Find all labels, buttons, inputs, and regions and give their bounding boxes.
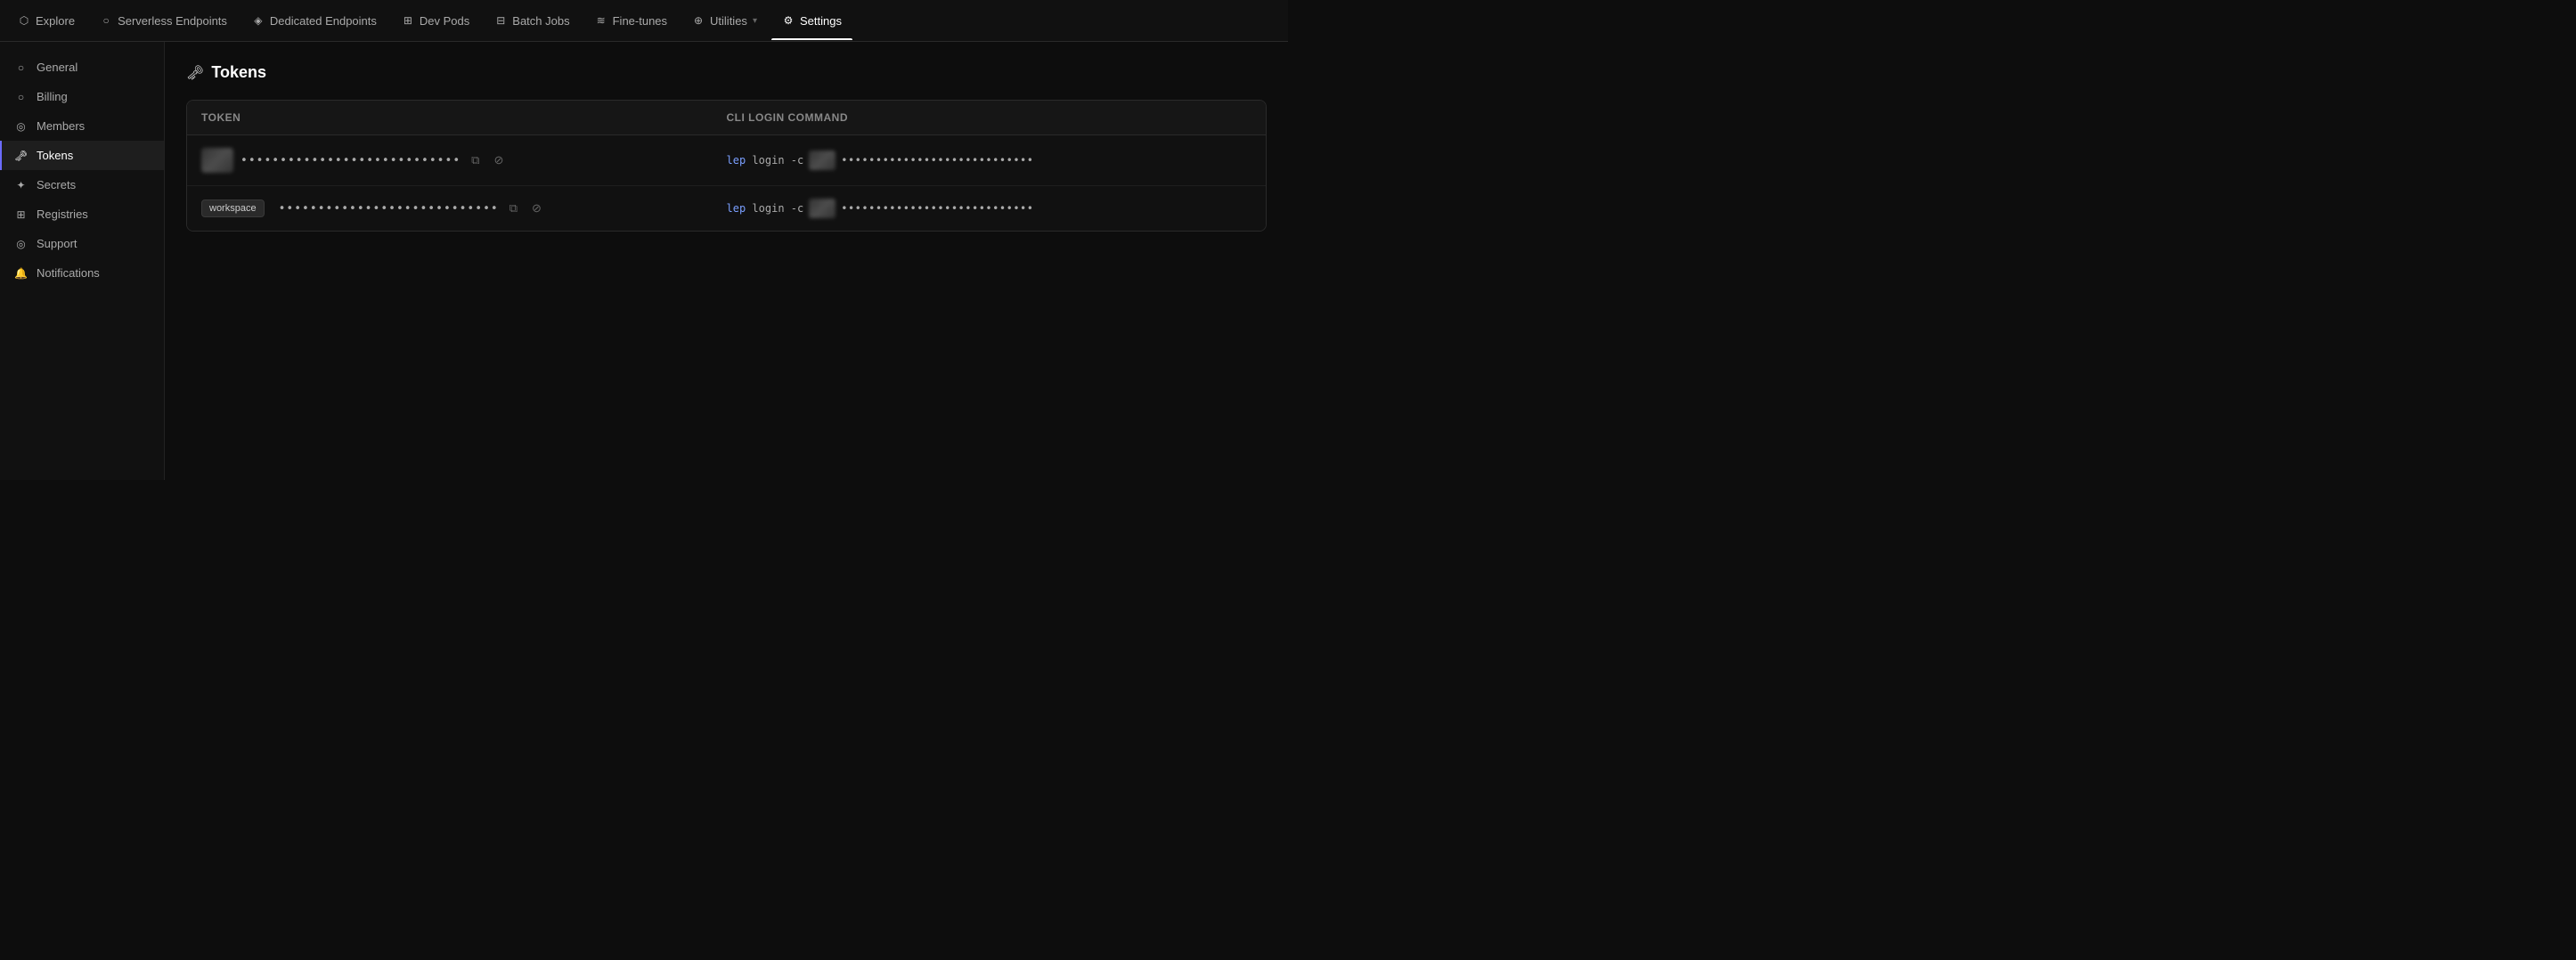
cli-cell-1: lep login -c •••••••••••••••••••••••••••… [727, 151, 1252, 170]
sidebar-item-general[interactable]: ○ General [0, 53, 164, 82]
dev-pods-icon: ⊞ [402, 14, 414, 27]
cli-cell-2: lep login -c •••••••••••••••••••••••••••… [727, 199, 1252, 218]
sidebar-item-billing[interactable]: ○ Billing [0, 82, 164, 111]
sidebar-item-tokens[interactable]: 🗝 Tokens [0, 141, 164, 170]
nav-item-fine-tunes[interactable]: ≋ Fine-tunes [584, 9, 678, 33]
nav-item-explore-label: Explore [36, 14, 75, 28]
utilities-icon: ⊕ [692, 14, 705, 27]
sidebar: ○ General ○ Billing ◎ Members 🗝 Tokens ✦… [0, 42, 165, 480]
content-area: 🗝 Tokens Token CLI login command •••••••… [165, 42, 1288, 480]
page-title: Tokens [211, 63, 266, 82]
nav-item-dev-pods[interactable]: ⊞ Dev Pods [391, 9, 480, 33]
batch-jobs-icon: ⊟ [494, 14, 507, 27]
notifications-icon: 🔔 [14, 266, 28, 280]
nav-item-dedicated-endpoints[interactable]: ◈ Dedicated Endpoints [241, 9, 387, 33]
sidebar-item-secrets[interactable]: ✦ Secrets [0, 170, 164, 199]
nav-item-utilities-label: Utilities [710, 14, 747, 28]
sidebar-item-tokens-label: Tokens [37, 149, 73, 162]
table-header: Token CLI login command [187, 101, 1266, 135]
toggle-visibility-2-button[interactable]: ⊘ [528, 199, 545, 217]
chevron-down-icon: ▾ [753, 16, 757, 26]
cli-prefix-1: lep login -c [727, 154, 804, 167]
cli-masked-1: •••••••••••••••••••••••••••• [841, 154, 1033, 167]
token-masked-2: •••••••••••••••••••••••••••• [279, 202, 499, 216]
sidebar-item-notifications-label: Notifications [37, 266, 100, 280]
main-layout: ○ General ○ Billing ◎ Members 🗝 Tokens ✦… [0, 42, 1288, 480]
sidebar-item-support[interactable]: ◎ Support [0, 229, 164, 258]
cli-avatar-1 [809, 151, 836, 170]
cli-prefix-2: lep login -c [727, 202, 804, 215]
billing-icon: ○ [14, 90, 28, 103]
nav-item-utilities[interactable]: ⊕ Utilities ▾ [681, 9, 768, 33]
copy-token-1-button[interactable]: ⧉ [468, 151, 483, 169]
table-row: •••••••••••••••••••••••••••• ⧉ ⊘ lep log… [187, 135, 1266, 186]
tokens-table: Token CLI login command ••••••••••••••••… [186, 100, 1267, 232]
nav-item-serverless-label: Serverless Endpoints [118, 14, 227, 28]
token-masked-1: •••••••••••••••••••••••••••• [240, 154, 461, 167]
dedicated-endpoints-icon: ◈ [252, 14, 265, 27]
explore-icon: ⬡ [18, 14, 30, 27]
cli-avatar-2 [809, 199, 836, 218]
nav-item-finetunes-label: Fine-tunes [613, 14, 667, 28]
sidebar-item-secrets-label: Secrets [37, 178, 76, 191]
nav-item-batch-jobs[interactable]: ⊟ Batch Jobs [484, 9, 580, 33]
support-icon: ◎ [14, 237, 28, 250]
token-cell-2: workspace •••••••••••••••••••••••••••• ⧉… [201, 199, 727, 217]
header-token: Token [201, 111, 727, 124]
token-avatar-1 [201, 148, 233, 173]
page-title-icon: 🗝 [186, 64, 204, 82]
sidebar-item-billing-label: Billing [37, 90, 68, 103]
page-header: 🗝 Tokens [186, 63, 1267, 82]
nav-item-devpods-label: Dev Pods [420, 14, 469, 28]
nav-item-dedicated-label: Dedicated Endpoints [270, 14, 377, 28]
cli-masked-2: •••••••••••••••••••••••••••• [841, 202, 1033, 215]
nav-item-settings-label: Settings [800, 14, 842, 28]
nav-item-settings[interactable]: ⚙ Settings [771, 9, 852, 33]
nav-item-explore[interactable]: ⬡ Explore [7, 9, 86, 33]
fine-tunes-icon: ≋ [595, 14, 607, 27]
copy-token-2-button[interactable]: ⧉ [506, 199, 521, 217]
registries-icon: ⊞ [14, 207, 28, 221]
sidebar-item-general-label: General [37, 61, 77, 74]
sidebar-item-registries-label: Registries [37, 207, 88, 221]
settings-icon: ⚙ [782, 14, 795, 27]
tokens-icon: 🗝 [14, 149, 28, 162]
table-row: workspace •••••••••••••••••••••••••••• ⧉… [187, 186, 1266, 231]
members-icon: ◎ [14, 119, 28, 133]
workspace-badge: workspace [201, 199, 265, 217]
sidebar-item-members-label: Members [37, 119, 85, 133]
top-navigation: ⬡ Explore ○ Serverless Endpoints ◈ Dedic… [0, 0, 1288, 42]
sidebar-item-members[interactable]: ◎ Members [0, 111, 164, 141]
sidebar-item-registries[interactable]: ⊞ Registries [0, 199, 164, 229]
sidebar-item-notifications[interactable]: 🔔 Notifications [0, 258, 164, 288]
secrets-icon: ✦ [14, 178, 28, 191]
general-icon: ○ [14, 61, 28, 74]
nav-item-serverless-endpoints[interactable]: ○ Serverless Endpoints [89, 9, 238, 33]
serverless-endpoints-icon: ○ [100, 14, 112, 27]
nav-item-batchjobs-label: Batch Jobs [512, 14, 569, 28]
toggle-visibility-1-button[interactable]: ⊘ [490, 151, 507, 169]
sidebar-item-support-label: Support [37, 237, 77, 250]
header-cli: CLI login command [727, 111, 1252, 124]
token-cell-1: •••••••••••••••••••••••••••• ⧉ ⊘ [201, 148, 727, 173]
